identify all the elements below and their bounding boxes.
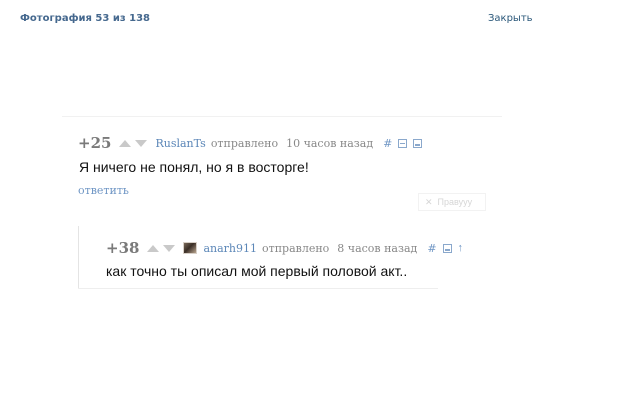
vote-up-icon[interactable]	[119, 139, 132, 147]
vote-down-icon[interactable]	[135, 139, 148, 147]
avatar[interactable]	[183, 242, 198, 254]
comment-sent-label: отправлено	[210, 136, 279, 150]
comment-permalink[interactable]: #	[383, 137, 392, 150]
faded-button[interactable]: ✕ Правууу	[418, 193, 486, 211]
comment-username[interactable]: anarh911	[203, 242, 257, 255]
photo-counter: Фотография 53 из 138	[20, 13, 150, 24]
comment-score: +38	[106, 239, 140, 257]
comment-sent-label: отправлено	[262, 241, 330, 255]
thread-line	[78, 226, 79, 288]
save-icon[interactable]	[413, 138, 423, 148]
reply-link[interactable]: ответить	[78, 184, 129, 197]
comment-header: +38 anarh911 отправлено 8 часов назад # …	[106, 239, 463, 257]
vote-down-icon[interactable]	[163, 244, 176, 252]
close-link[interactable]: Закрыть	[488, 13, 533, 24]
parent-arrow-icon[interactable]: ↑	[458, 242, 464, 254]
thread-divider	[78, 288, 438, 289]
comment-username[interactable]: RuslanTs	[155, 137, 205, 150]
vote-up-icon[interactable]	[147, 244, 160, 252]
comment-score: +25	[78, 134, 112, 152]
collapse-icon[interactable]	[398, 138, 408, 148]
comment-text: как точно ты описал мой первый половой а…	[106, 263, 408, 279]
comment-permalink[interactable]: #	[427, 242, 436, 255]
faded-button-label: Правууу	[437, 197, 473, 207]
comment-header: +25 RuslanTs отправлено 10 часов назад #	[78, 134, 423, 152]
photo-viewer-header: Фотография 53 из 138 Закрыть	[0, 0, 640, 36]
comment-text: Я ничего не понял, но я в восторге!	[79, 159, 309, 175]
close-icon: ✕	[425, 196, 433, 207]
comment-time: 8 часов назад	[337, 241, 418, 255]
save-icon[interactable]	[442, 243, 452, 253]
comment-time: 10 часов назад	[286, 136, 374, 150]
